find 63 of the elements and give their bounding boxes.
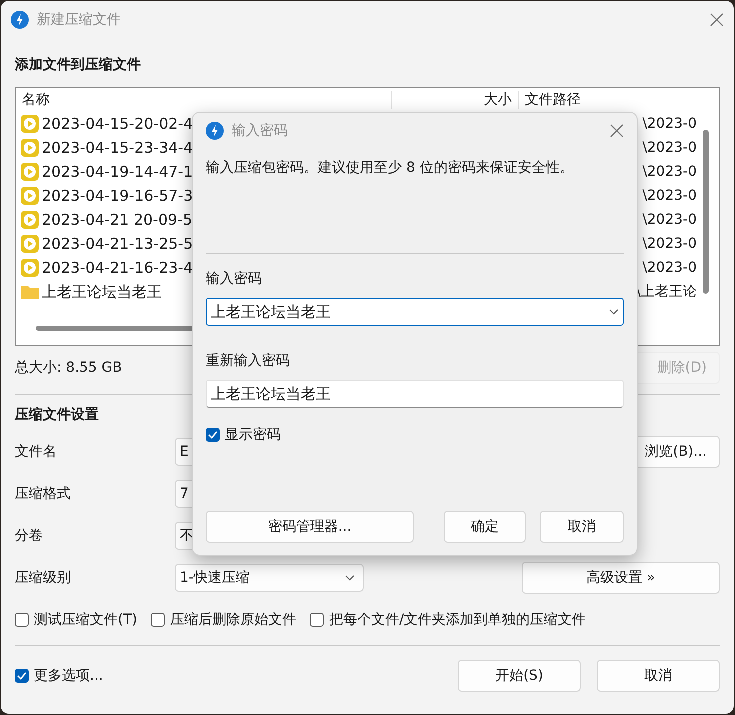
close-icon[interactable] <box>610 124 624 138</box>
file-name[interactable]: 2023-04-19-16-57-3 <box>42 187 194 205</box>
file-path: \2023-0 <box>642 212 697 228</box>
file-name[interactable]: 2023-04-21-13-25-5 <box>42 235 194 253</box>
password-input[interactable]: 上老王论坛当老王 <box>206 380 624 408</box>
dialog-button[interactable]: 确定 <box>444 511 526 543</box>
file-path: \2023-0 <box>642 236 697 252</box>
app-logo-icon <box>206 122 224 140</box>
dialog-message: 输入压缩包密码。建议使用至少 8 位的密码来保证安全性。 <box>206 159 575 178</box>
file-name[interactable]: 2023-04-19-14-47-1 <box>42 163 194 181</box>
checkbox-label[interactable]: 更多选项... <box>34 667 104 685</box>
checkbox[interactable] <box>151 613 166 627</box>
video-file-icon <box>20 162 40 182</box>
field-label: 压缩格式 <box>15 485 72 503</box>
app-logo-icon <box>11 11 29 29</box>
action-button[interactable]: 高级设置 » <box>522 562 720 594</box>
column-header[interactable]: 大小 <box>392 91 519 109</box>
field-label: 分卷 <box>15 527 44 545</box>
chevron-down-icon[interactable] <box>609 309 619 315</box>
password-combo[interactable]: 上老王论坛当老王 <box>206 298 624 326</box>
section-heading: 添加文件到压缩文件 <box>15 56 142 75</box>
section-heading: 压缩文件设置 <box>15 406 100 425</box>
video-file-icon <box>20 210 40 230</box>
scrollbar-thumb[interactable] <box>703 130 709 294</box>
column-header[interactable]: 文件路径 <box>519 91 699 109</box>
file-name[interactable]: 上老王论坛当老王 <box>42 282 162 302</box>
field-label: 重新输入密码 <box>206 352 291 370</box>
file-path: \2023-0 <box>642 188 697 204</box>
dialog-button[interactable]: 取消 <box>540 511 624 543</box>
checkbox-label[interactable]: 测试压缩文件(T) <box>34 611 138 629</box>
checkbox[interactable] <box>310 613 324 627</box>
chevron-down-icon[interactable] <box>345 575 355 581</box>
file-name[interactable]: 2023-04-15-20-02-4 <box>42 115 194 133</box>
column-header[interactable]: 名称 <box>16 91 392 109</box>
checkbox[interactable] <box>15 613 29 627</box>
dialog-button[interactable]: 密码管理器... <box>206 511 414 543</box>
window-title: 新建压缩文件 <box>37 11 122 29</box>
checkbox[interactable] <box>206 428 220 442</box>
field-label: 压缩级别 <box>15 569 72 587</box>
video-file-icon <box>20 258 40 278</box>
field-label: 输入密码 <box>206 270 263 288</box>
video-file-icon <box>20 138 40 158</box>
file-name[interactable]: 2023-04-21 20-09-5 <box>42 211 192 229</box>
file-path: \2023-0 <box>642 164 697 180</box>
video-file-icon <box>20 186 40 206</box>
close-icon[interactable] <box>710 13 724 27</box>
field-label: 文件名 <box>15 443 58 461</box>
checkbox-label[interactable]: 把每个文件/文件夹添加到单独的压缩文件 <box>329 611 586 629</box>
file-path: \2023-0 <box>642 116 697 132</box>
dropdown[interactable]: 1-快速压缩 <box>175 564 364 592</box>
file-name[interactable]: 2023-04-15-23-34-4 <box>42 139 194 157</box>
video-file-icon <box>20 114 40 134</box>
dialog-title: 输入密码 <box>232 122 289 140</box>
checkbox-label[interactable]: 显示密码 <box>225 426 281 444</box>
dialog-button[interactable]: 取消 <box>597 660 720 692</box>
file-path: \2023-0 <box>642 260 697 276</box>
checkbox-label[interactable]: 压缩后删除原始文件 <box>170 611 296 629</box>
file-path: \2023-0 <box>642 140 697 156</box>
video-file-icon <box>20 234 40 254</box>
dialog-button[interactable]: 开始(S) <box>458 660 581 692</box>
total-size: 总大小: 8.55 GB <box>15 359 122 377</box>
checkbox[interactable] <box>15 669 29 683</box>
file-name[interactable]: 2023-04-21-16-23-4 <box>42 259 194 277</box>
